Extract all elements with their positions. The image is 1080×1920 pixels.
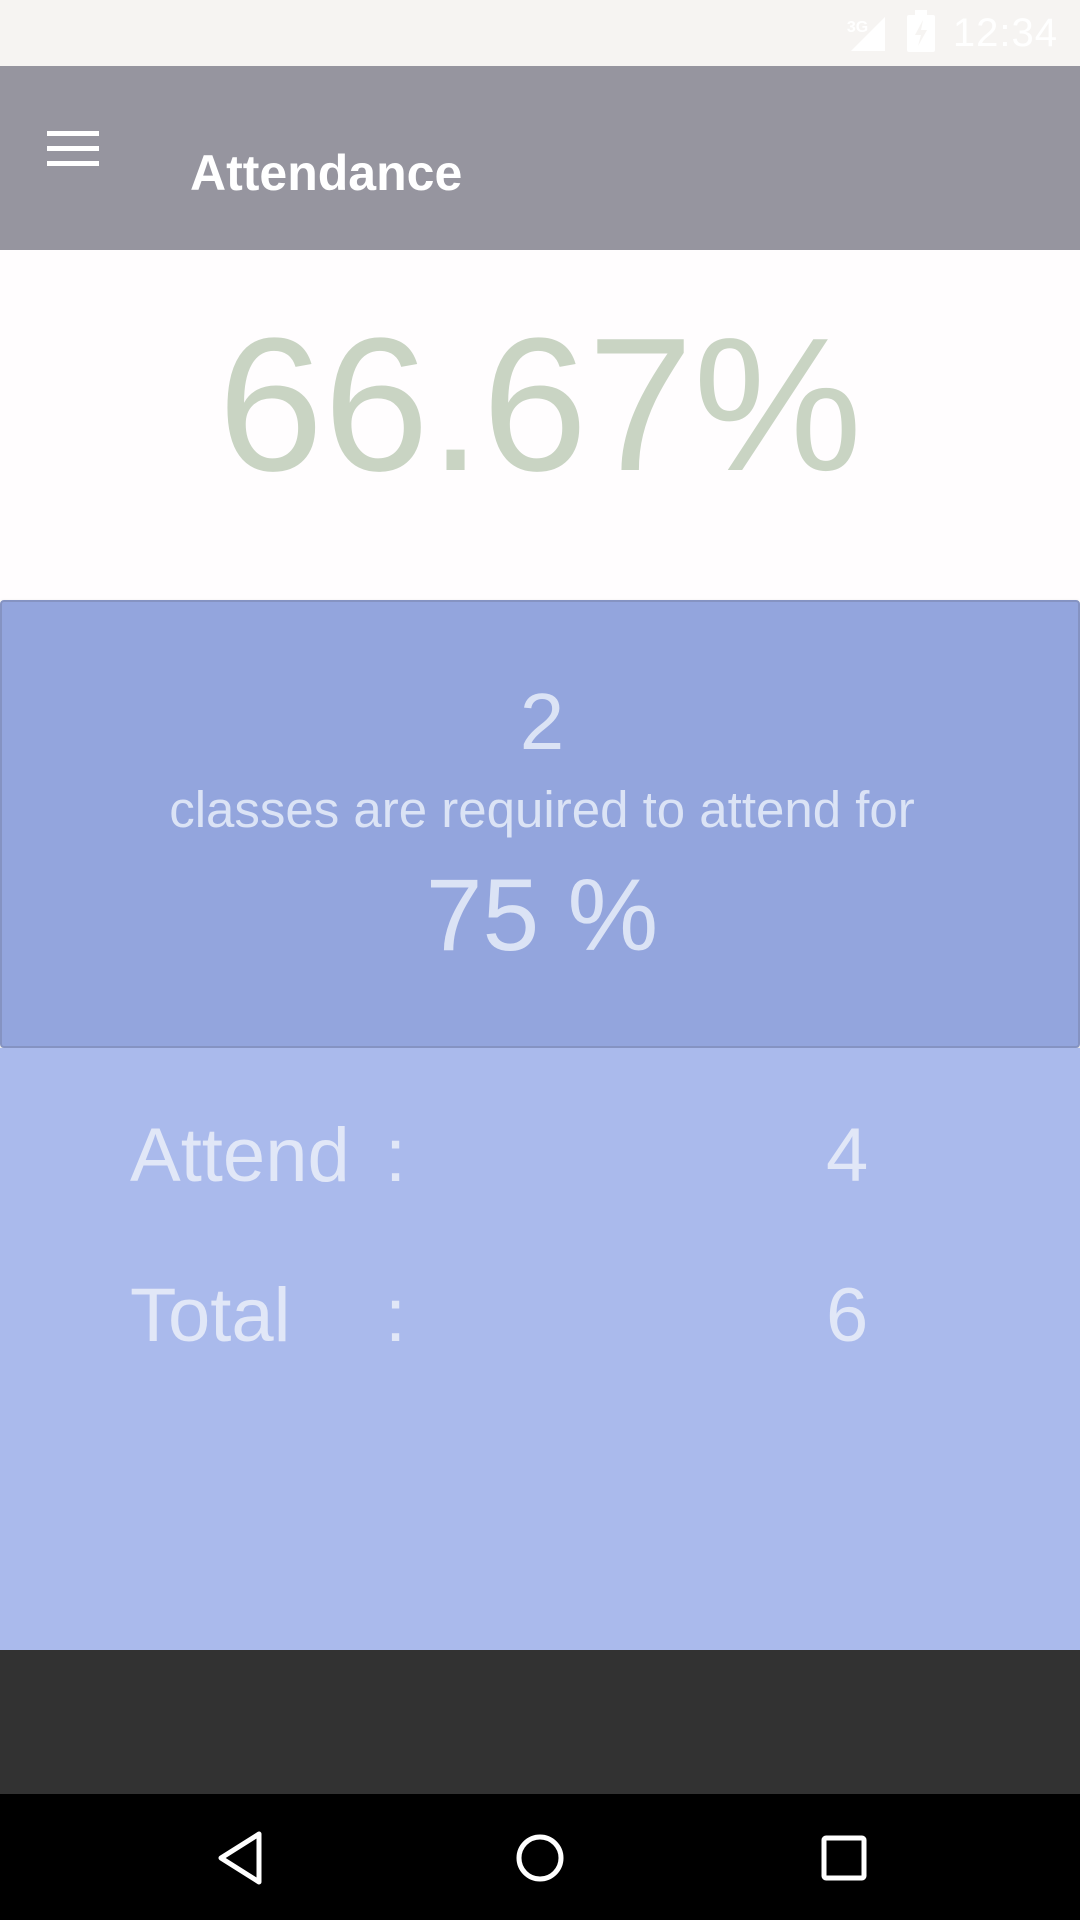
recent-apps-button[interactable]: [808, 1822, 880, 1894]
attend-colon: :: [385, 1113, 407, 1198]
home-button[interactable]: [504, 1822, 576, 1894]
home-icon: [516, 1834, 564, 1882]
requirement-message: classes are required to attend for: [169, 781, 915, 838]
app-bar: Attendance: [0, 66, 1080, 250]
screen: 3G 12:34 Attendance 66.67% 2 classes are…: [0, 0, 1080, 1920]
page-title: Attendance: [190, 145, 463, 201]
attendance-percentage-section: 66.67%: [0, 250, 1080, 600]
total-value: 6: [826, 1273, 869, 1358]
stats-section: Attend : 4 Total : 6: [0, 1048, 1080, 1650]
battery-icon: [906, 9, 935, 57]
back-icon: [218, 1831, 262, 1885]
network-type: 3G: [846, 19, 869, 36]
back-button[interactable]: [204, 1822, 276, 1894]
status-time: 12:34: [952, 10, 1058, 55]
total-label: Total: [130, 1273, 291, 1358]
required-class-count: 2: [519, 677, 565, 766]
signal-icon: 3G: [845, 13, 889, 53]
status-bar: 3G 12:34: [0, 0, 1080, 66]
recent-apps-icon: [821, 1835, 867, 1881]
attendance-percentage: 66.67%: [217, 299, 863, 511]
navigation-bar: [0, 1794, 1080, 1920]
attend-value: 4: [826, 1113, 869, 1198]
hamburger-menu-icon: [47, 131, 99, 166]
requirement-card: 2 classes are required to attend for 75 …: [0, 600, 1080, 1048]
status-icons: 3G 12:34: [845, 8, 1058, 58]
bottom-panel: [0, 1650, 1080, 1794]
attend-label: Attend: [130, 1113, 350, 1198]
total-colon: :: [385, 1273, 407, 1358]
target-percentage: 75 %: [425, 858, 659, 972]
menu-button[interactable]: [40, 116, 106, 182]
